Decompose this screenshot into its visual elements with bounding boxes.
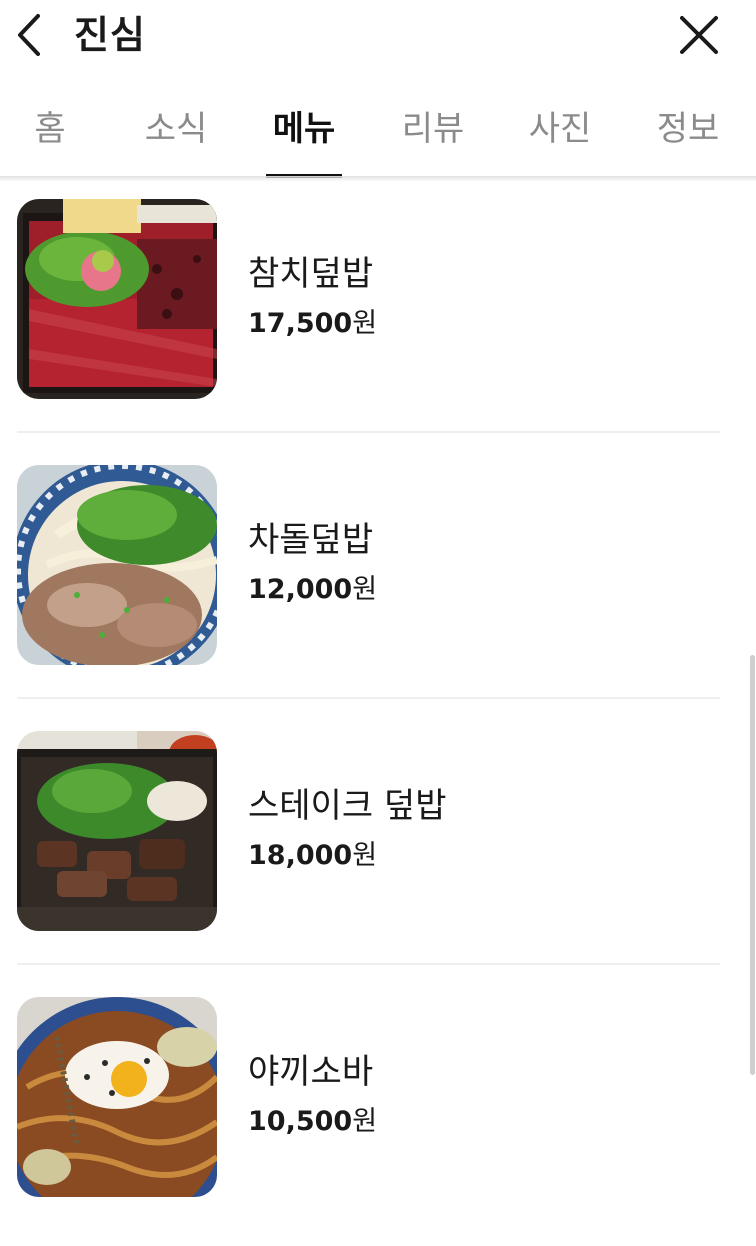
menu-item-name: 참치덮밥 <box>248 254 374 294</box>
tab-label: 메뉴 <box>272 109 336 149</box>
menu-item[interactable]: 차돌덮밥 12,000원 <box>0 448 740 714</box>
menu-item-name: 야끼소바 <box>248 1052 374 1092</box>
price-unit: 원 <box>352 308 378 339</box>
divider <box>17 963 720 965</box>
price-amount: 10,500 <box>248 1106 353 1137</box>
close-button[interactable] <box>676 12 722 58</box>
menu-item-price: 12,000원 <box>248 570 377 610</box>
tab-info[interactable]: 정보 <box>638 88 738 178</box>
top-bar: 진심 <box>0 0 756 72</box>
divider <box>17 431 720 433</box>
tab-label: 홈 <box>34 109 66 149</box>
scrollbar[interactable] <box>750 655 755 1075</box>
menu-item-name: 스테이크 덮밥 <box>248 786 447 826</box>
back-button[interactable] <box>14 10 50 60</box>
menu-item-photo <box>17 731 217 931</box>
price-unit: 원 <box>352 840 378 871</box>
menu-item-photo <box>17 997 217 1197</box>
menu-item-price: 17,500원 <box>248 304 377 344</box>
menu-item[interactable]: 스테이크 덮밥 18,000원 <box>0 714 740 980</box>
page-title: 진심 <box>74 13 146 57</box>
menu-list: 참치덮밥 17,500원 차돌덮밥 12,000원 스테이크 덮밥 18,000… <box>0 182 740 1246</box>
divider <box>17 697 720 699</box>
price-unit: 원 <box>352 574 378 605</box>
tab-label: 소식 <box>144 109 208 149</box>
price-unit: 원 <box>352 1106 378 1137</box>
tab-review[interactable]: 리뷰 <box>383 88 483 178</box>
menu-item[interactable]: 참치덮밥 17,500원 <box>0 182 740 448</box>
menu-item[interactable]: 야끼소바 10,500원 <box>0 980 740 1246</box>
menu-item-photo <box>17 199 217 399</box>
price-amount: 18,000 <box>248 840 353 871</box>
price-amount: 17,500 <box>248 308 353 339</box>
chevron-left-icon <box>18 14 40 56</box>
tab-label: 정보 <box>656 109 720 149</box>
close-icon <box>680 16 718 54</box>
tab-photo[interactable]: 사진 <box>510 88 610 178</box>
menu-item-price: 18,000원 <box>248 836 377 876</box>
tab-label: 리뷰 <box>401 109 465 149</box>
price-amount: 12,000 <box>248 574 353 605</box>
tab-label: 사진 <box>528 109 592 149</box>
tab-home[interactable]: 홈 <box>0 88 100 178</box>
tab-menu[interactable]: 메뉴 <box>254 88 354 178</box>
tab-news[interactable]: 소식 <box>126 88 226 178</box>
menu-item-photo <box>17 465 217 665</box>
tab-bar: 홈 소식 메뉴 리뷰 사진 정보 <box>0 88 756 178</box>
menu-item-price: 10,500원 <box>248 1102 377 1142</box>
menu-item-name: 차돌덮밥 <box>248 520 374 560</box>
